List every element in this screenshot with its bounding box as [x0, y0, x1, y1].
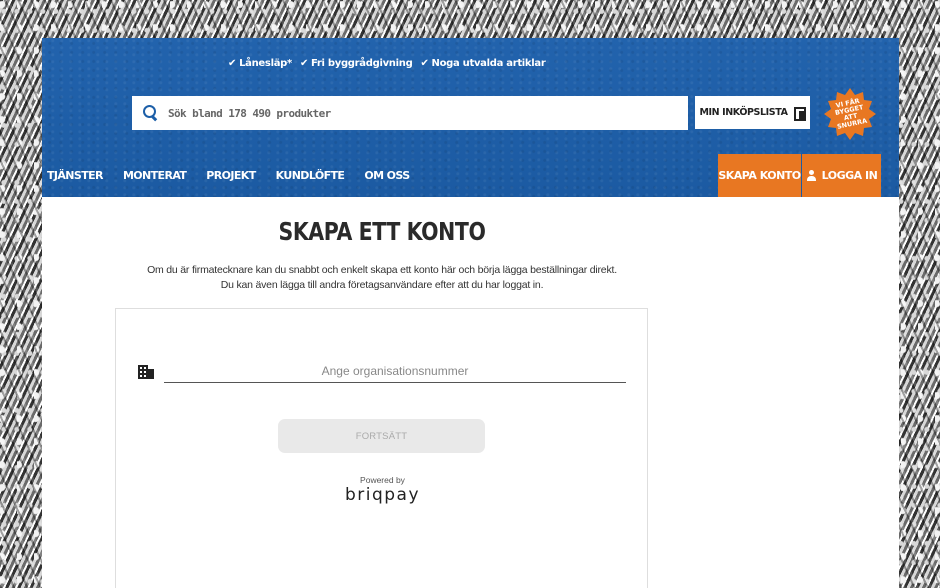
intro-text: Om du är firmatecknare kan du snabbt och… — [42, 263, 722, 293]
nav-item-projekt[interactable]: PROJEKT — [206, 169, 256, 182]
header: ✔ Lånesläp* ✔ Fri byggrådgivning ✔ Noga … — [42, 38, 899, 197]
org-number-input[interactable] — [164, 359, 626, 383]
powered-by-text: Powered by — [360, 475, 405, 485]
briqpay-logo: briqpay — [344, 485, 421, 505]
building-icon — [138, 365, 154, 379]
check-icon: ✔ — [299, 58, 309, 69]
main-nav: TJÄNSTER MONTERAT PROJEKT KUNDLÖFTE OM O… — [42, 154, 899, 197]
shopping-list-label: MIN INKÖPSLISTA — [699, 107, 788, 118]
check-icon: ✔ — [420, 58, 429, 69]
login-label: LOGGA IN — [821, 169, 878, 182]
shopping-list-button[interactable]: MIN INKÖPSLISTA — [695, 96, 810, 129]
signup-card: FORTSÄTT Powered by briqpay — [115, 308, 648, 588]
check-icon: ✔ — [228, 58, 237, 69]
org-number-row — [138, 359, 626, 383]
usp-item: ✔ Noga utvalda artiklar — [420, 58, 546, 69]
usp-item: ✔ Lånesläp* — [228, 58, 292, 69]
usp-item: ✔ Fri byggrådgivning — [299, 58, 413, 69]
create-account-label: SKAPA KONTO — [718, 169, 801, 182]
nav-item-om-oss[interactable]: OM OSS — [364, 169, 410, 182]
intro-line: Du kan även lägga till andra företagsanv… — [220, 279, 544, 291]
login-button[interactable]: LOGGA IN — [802, 154, 881, 197]
list-icon — [793, 106, 806, 121]
search-input[interactable] — [168, 96, 688, 130]
create-account-button[interactable]: SKAPA KONTO — [718, 154, 801, 197]
nav-item-monterat[interactable]: MONTERAT — [123, 169, 187, 182]
search-icon[interactable] — [142, 104, 160, 122]
nav-item-tjanster[interactable]: TJÄNSTER — [47, 169, 104, 182]
nav-item-kundlofte[interactable]: KUNDLÖFTE — [276, 169, 345, 182]
page-title: SKAPA ETT KONTO — [278, 217, 486, 246]
usp-bar: ✔ Lånesläp* ✔ Fri byggrådgivning ✔ Noga … — [228, 58, 546, 69]
continue-button[interactable]: FORTSÄTT — [278, 419, 485, 453]
user-icon — [806, 170, 817, 181]
brand-badge: VI FÅR BYGGET ATT SNURRA — [822, 86, 878, 142]
intro-line: Om du är firmatecknare kan du snabbt och… — [147, 264, 617, 276]
site-container: ✔ Lånesläp* ✔ Fri byggrådgivning ✔ Noga … — [42, 38, 899, 588]
account-actions: SKAPA KONTO LOGGA IN — [718, 154, 881, 197]
search-bar — [132, 96, 688, 130]
